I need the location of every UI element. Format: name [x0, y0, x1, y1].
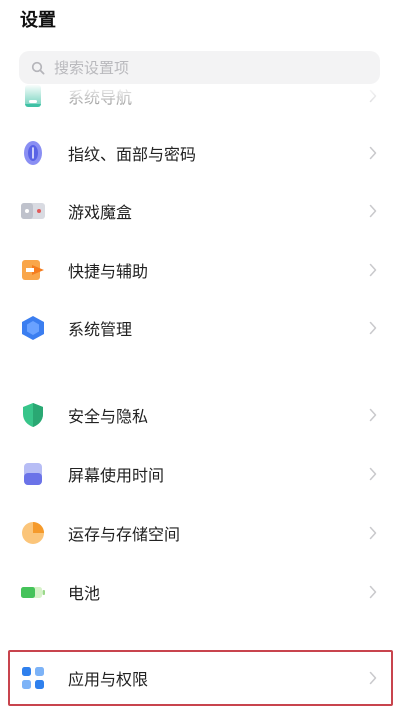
settings-item-label: 屏幕使用时间 — [68, 466, 165, 485]
settings-item-shortcuts-accessibility[interactable]: 快捷与辅助 — [0, 241, 401, 299]
settings-item-security-privacy[interactable]: 安全与隐私 — [0, 386, 401, 444]
settings-item-label: 指纹、面部与密码 — [68, 145, 197, 164]
storage-pie-icon — [22, 522, 44, 544]
page-title: 设置 — [20, 10, 56, 31]
chevron-right-icon — [369, 146, 377, 160]
settings-item-battery[interactable]: 电池 — [0, 563, 401, 621]
settings-item-label: 系统导航 — [68, 88, 133, 107]
settings-item-fingerprint-face-password[interactable]: 指纹、面部与密码 — [0, 124, 401, 182]
settings-item-label: 快捷与辅助 — [68, 262, 149, 281]
fingerprint-icon — [24, 141, 42, 165]
chevron-right-icon — [369, 467, 377, 481]
system-management-icon — [22, 316, 44, 340]
settings-item-game-box[interactable]: 游戏魔盒 — [0, 182, 401, 240]
settings-item-label: 系统管理 — [68, 320, 133, 339]
battery-icon — [21, 587, 45, 598]
settings-item-label: 游戏魔盒 — [68, 203, 133, 222]
settings-item-label: 安全与隐私 — [68, 407, 149, 426]
settings-item-label: 电池 — [68, 584, 101, 603]
chevron-right-icon — [369, 526, 377, 540]
chevron-right-icon — [369, 263, 377, 277]
chevron-right-icon — [369, 204, 377, 218]
settings-item-memory-storage[interactable]: 运存与存储空间 — [0, 504, 401, 562]
settings-screen: 设置 搜索设置项 系统导航 指纹、面部与密码 游戏魔盒 快捷与辅助 系统管理 安… — [0, 0, 401, 712]
navigation-icon — [25, 85, 41, 107]
settings-item-system-management[interactable]: 系统管理 — [0, 299, 401, 357]
settings-item-label: 运存与存储空间 — [68, 525, 181, 544]
chevron-right-icon — [369, 408, 377, 422]
security-shield-icon — [23, 403, 43, 427]
highlight-box — [8, 650, 393, 706]
settings-item-system-navigation[interactable]: 系统导航 — [0, 67, 401, 125]
settings-item-screen-time[interactable]: 屏幕使用时间 — [0, 445, 401, 503]
chevron-right-icon — [369, 89, 377, 103]
game-box-icon — [21, 203, 45, 219]
chevron-right-icon — [369, 321, 377, 335]
chevron-right-icon — [369, 585, 377, 599]
shortcut-icon — [22, 260, 44, 280]
screen-time-icon — [24, 463, 42, 485]
